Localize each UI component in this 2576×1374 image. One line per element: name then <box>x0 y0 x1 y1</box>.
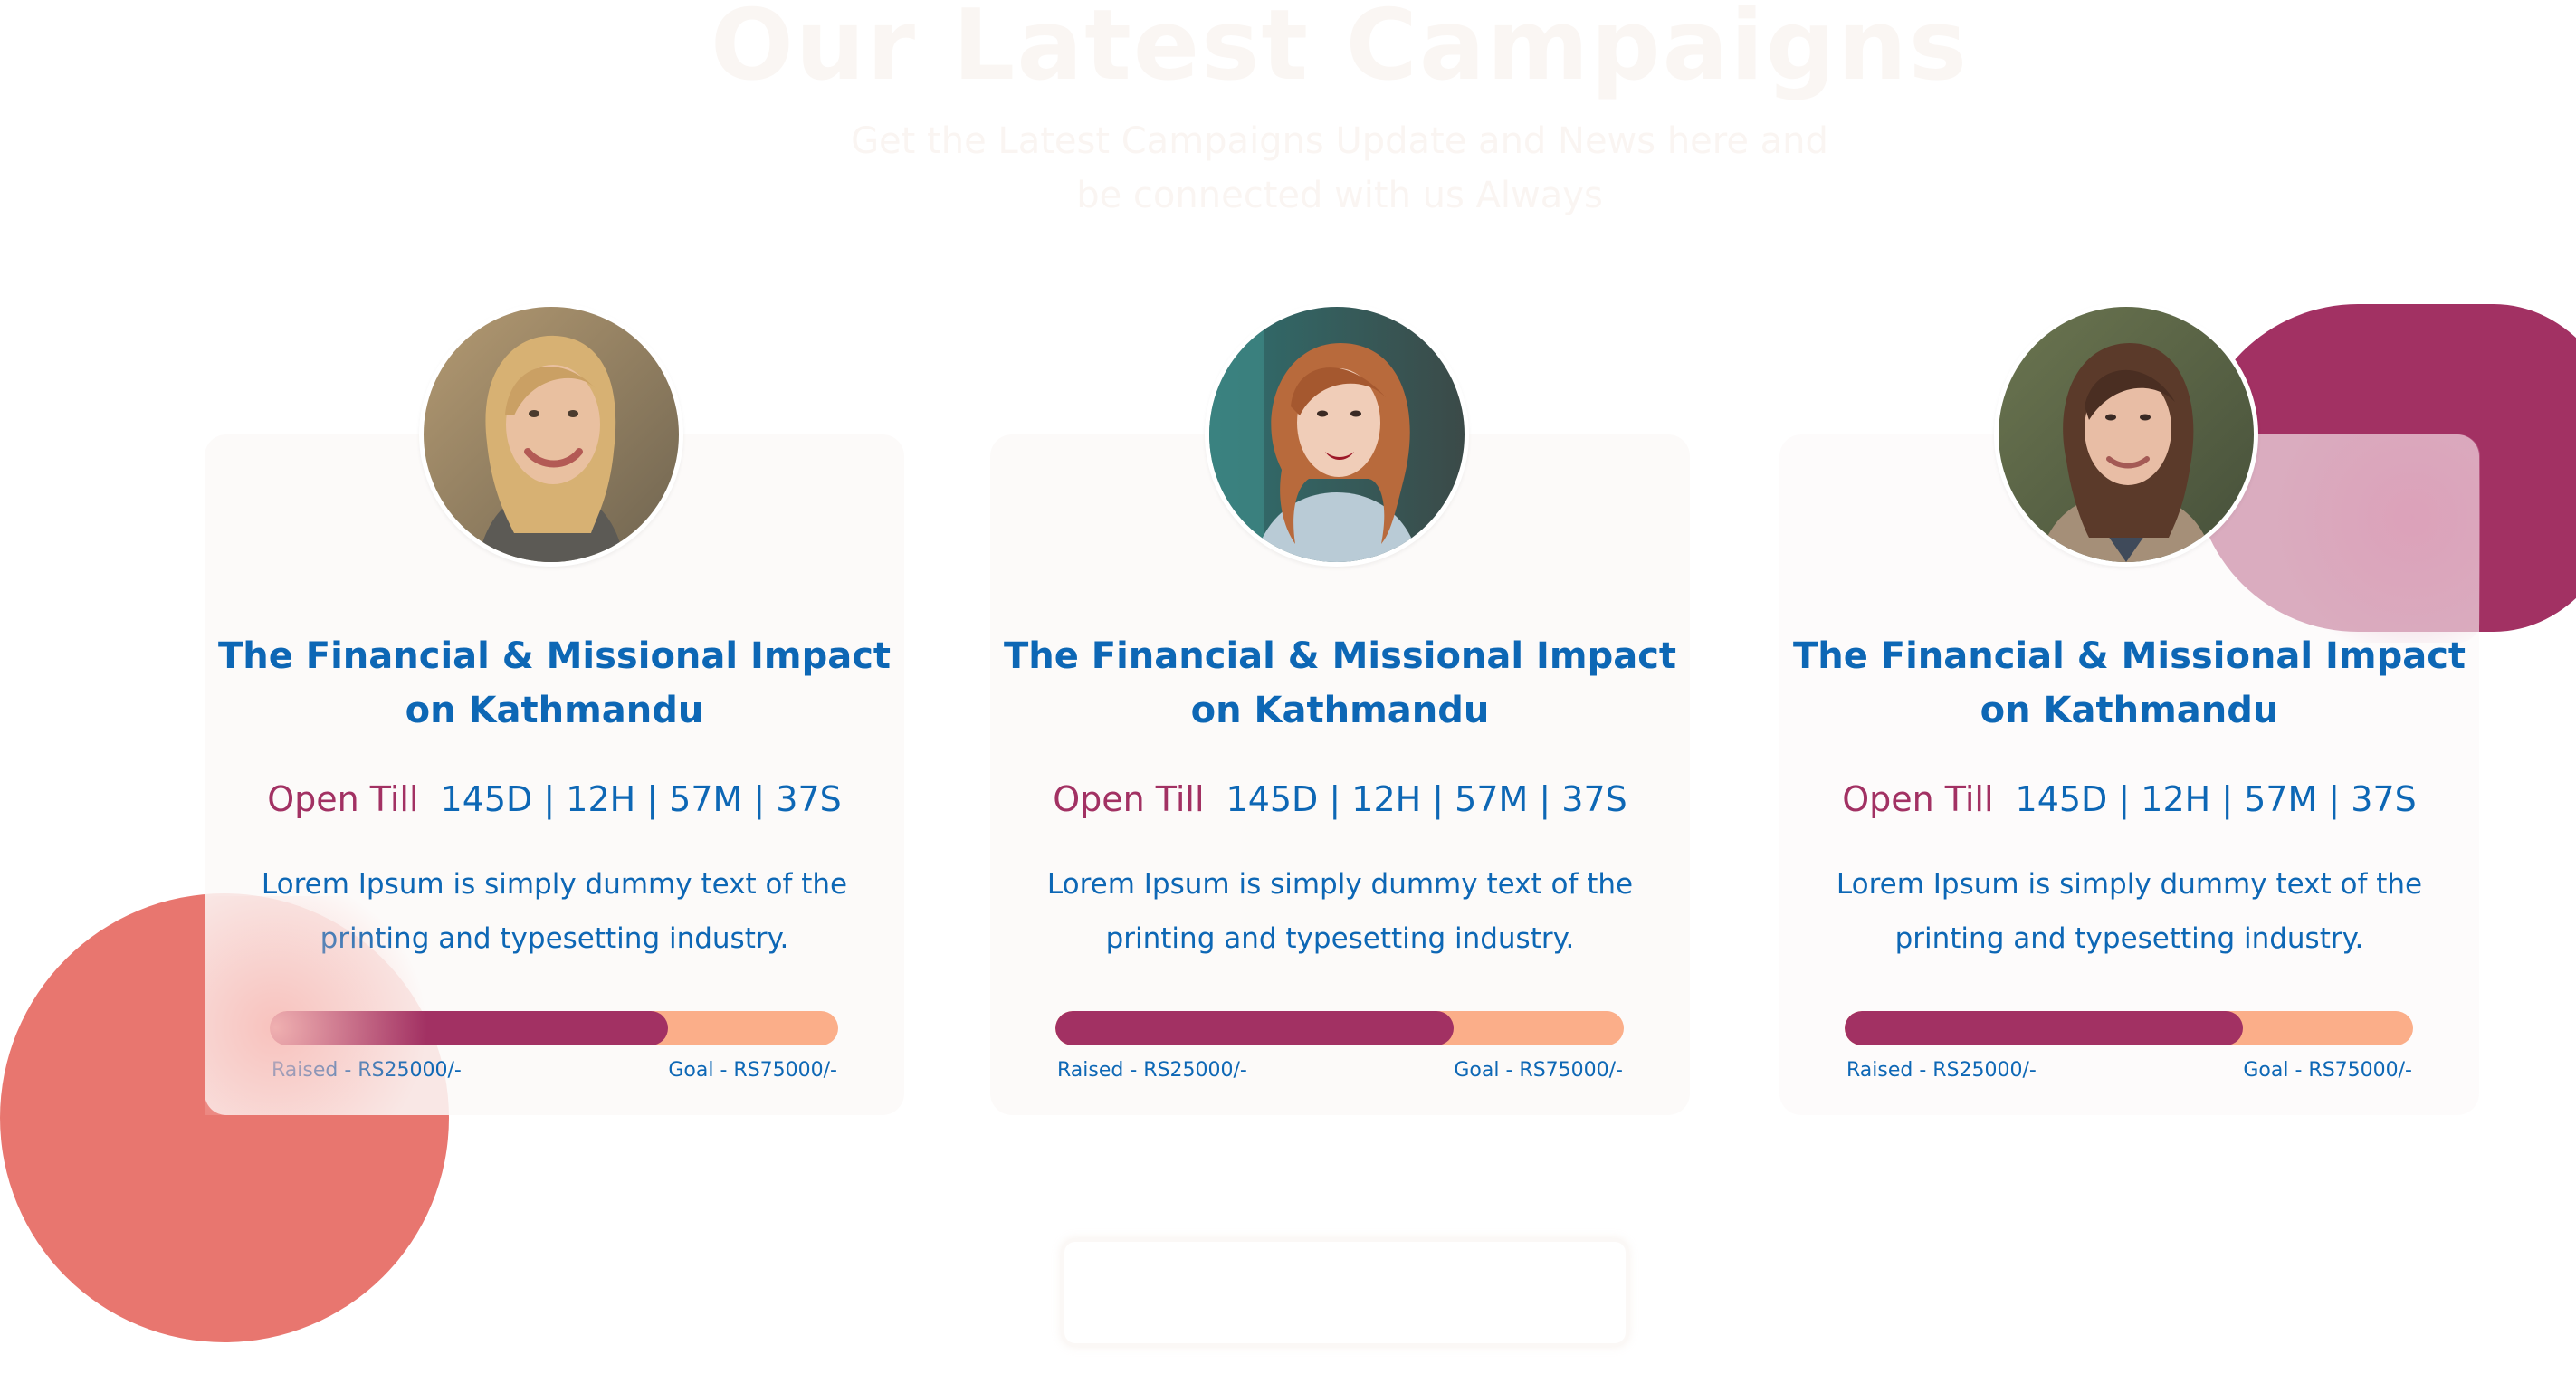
campaign-card[interactable]: The Financial & Missional Impact on Kath… <box>990 302 1690 1115</box>
raised-amount: Raised - RS25000/- <box>272 1059 462 1082</box>
countdown-value: 145D | 12H | 57M | 37S <box>440 779 842 819</box>
raised-amount: Raised - RS25000/- <box>1846 1059 2037 1082</box>
campaign-title[interactable]: The Financial & Missional Impact on Kath… <box>205 629 904 738</box>
countdown-value: 145D | 12H | 57M | 37S <box>2015 779 2417 819</box>
campaign-description: Lorem Ipsum is simply dummy text of the … <box>261 868 848 955</box>
raised-amount: Raised - RS25000/- <box>1057 1059 1247 1082</box>
avatar <box>1994 302 2258 567</box>
progress-bar <box>270 1011 838 1045</box>
countdown-value: 145D | 12H | 57M | 37S <box>1226 779 1627 819</box>
avatar <box>419 302 683 567</box>
open-till-label: Open Till <box>1053 779 1205 819</box>
campaign-description: Lorem Ipsum is simply dummy text of the … <box>1046 868 1634 955</box>
avatar-photo <box>424 307 679 562</box>
progress-bar <box>1845 1011 2413 1045</box>
campaign-title[interactable]: The Financial & Missional Impact on Kath… <box>1779 629 2479 738</box>
view-all-button[interactable] <box>1061 1238 1629 1347</box>
countdown: Open Till 145D | 12H | 57M | 37S <box>1779 777 2479 822</box>
section-subheading: Get the Latest Campaigns Update and News… <box>851 120 1828 216</box>
progress-fill <box>1055 1011 1454 1045</box>
goal-amount: Goal - RS75000/- <box>1454 1059 1623 1082</box>
open-till-label: Open Till <box>267 779 419 819</box>
campaign-description: Lorem Ipsum is simply dummy text of the … <box>1836 868 2423 955</box>
goal-amount: Goal - RS75000/- <box>2243 1059 2412 1082</box>
open-till-label: Open Till <box>1842 779 1994 819</box>
avatar-photo <box>1209 307 1465 562</box>
campaign-title[interactable]: The Financial & Missional Impact on Kath… <box>990 629 1690 738</box>
countdown: Open Till 145D | 12H | 57M | 37S <box>205 777 904 822</box>
avatar-photo <box>1999 307 2254 562</box>
avatar <box>1205 302 1469 567</box>
countdown: Open Till 145D | 12H | 57M | 37S <box>990 777 1690 822</box>
progress-fill <box>1845 1011 2243 1045</box>
progress-fill <box>270 1011 668 1045</box>
section-heading: Our Latest Campaigns <box>711 0 1969 102</box>
campaign-card[interactable]: The Financial & Missional Impact on Kath… <box>1779 302 2479 1115</box>
goal-amount: Goal - RS75000/- <box>668 1059 837 1082</box>
campaign-card[interactable]: The Financial & Missional Impact on Kath… <box>205 302 904 1115</box>
progress-bar <box>1055 1011 1624 1045</box>
